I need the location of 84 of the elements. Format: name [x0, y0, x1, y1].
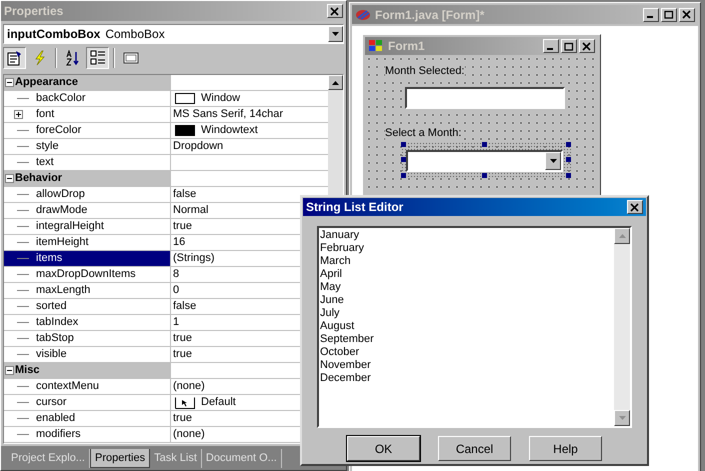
property-name[interactable]: modifiers	[4, 427, 171, 442]
resize-handle[interactable]	[401, 142, 406, 147]
dialog-button[interactable]: Cancel	[438, 436, 511, 461]
property-value: false	[173, 189, 196, 200]
property-name[interactable]: font	[4, 107, 171, 122]
property-name[interactable]: tabIndex	[4, 315, 171, 330]
property-value: true	[173, 349, 192, 360]
categorized-icon	[90, 50, 106, 66]
collapse-icon[interactable]	[5, 174, 14, 183]
property-name[interactable]: contextMenu	[4, 379, 171, 394]
property-value: true	[173, 413, 192, 424]
property-name[interactable]: enabled	[4, 411, 171, 426]
property-name[interactable]: drawMode	[4, 203, 171, 218]
panel-tab[interactable]: Properties	[90, 449, 150, 468]
close-icon[interactable]	[327, 4, 343, 18]
close-icon[interactable]	[579, 39, 595, 53]
property-value: false	[173, 301, 196, 312]
property-name[interactable]: allowDrop	[4, 187, 171, 202]
sort-icon	[64, 50, 80, 66]
object-selector[interactable]: inputComboBox ComboBox	[3, 24, 344, 44]
maximize-icon[interactable]	[561, 39, 577, 53]
property-name[interactable]: visible	[4, 347, 171, 362]
property-name[interactable]: sorted	[4, 299, 171, 314]
property-value: true	[173, 221, 192, 232]
property-name[interactable]: itemHeight	[4, 235, 171, 250]
property-value: 0	[173, 285, 180, 296]
category-name: Misc	[15, 365, 40, 376]
window-title: String List Editor	[306, 199, 404, 216]
property-name[interactable]: tabStop	[4, 331, 171, 346]
property-pages-icon	[6, 50, 22, 66]
object-type: ComboBox	[105, 26, 166, 43]
collapse-icon[interactable]	[5, 366, 14, 375]
resize-handle[interactable]	[401, 173, 406, 178]
dialog-button[interactable]: OK	[347, 436, 420, 461]
resize-handle[interactable]	[566, 173, 571, 178]
property-page-icon	[122, 51, 138, 65]
property-name[interactable]: backColor	[4, 91, 171, 106]
close-icon[interactable]	[679, 8, 695, 22]
toolbar-button[interactable]	[86, 47, 109, 69]
collapse-icon[interactable]	[5, 78, 14, 87]
category-name: Appearance	[15, 77, 78, 88]
window-title: Form1	[388, 38, 426, 55]
property-value: Normal	[173, 205, 208, 216]
property-value: Default	[201, 397, 236, 408]
resize-handle[interactable]	[482, 142, 487, 147]
object-name: inputComboBox	[7, 26, 100, 43]
property-value: Dropdown	[173, 141, 224, 152]
text-field[interactable]	[405, 86, 565, 108]
property-value: 1	[173, 317, 180, 328]
scroll-up-icon[interactable]	[328, 75, 343, 90]
cursor-icon	[175, 396, 195, 408]
java-file-icon	[355, 8, 371, 20]
property-value: (none)	[173, 381, 205, 392]
resize-handle[interactable]	[566, 142, 571, 147]
windows-logo-icon	[368, 39, 384, 53]
window-title: Form1.java [Form]*	[375, 6, 486, 24]
property-name[interactable]: cursor	[4, 395, 171, 410]
dialog-button[interactable]: Help	[529, 436, 602, 461]
property-name[interactable]: maxLength	[4, 283, 171, 298]
property-value: 16	[173, 237, 186, 248]
minimize-icon[interactable]	[643, 8, 659, 22]
category-name: Behavior	[15, 173, 62, 184]
expand-icon[interactable]	[14, 110, 23, 119]
property-value: true	[173, 333, 192, 344]
property-name[interactable]: style	[4, 139, 171, 154]
toolbar-button[interactable]	[3, 47, 26, 69]
resize-handle[interactable]	[401, 157, 406, 162]
window-title: Properties	[4, 3, 64, 20]
maximize-icon[interactable]	[661, 8, 677, 22]
property-name[interactable]: integralHeight	[4, 219, 171, 234]
close-icon[interactable]	[627, 200, 643, 214]
property-value: 8	[173, 269, 180, 280]
combo-box[interactable]	[406, 150, 563, 172]
property-value: Windowtext	[201, 125, 258, 136]
property-value: (Strings)	[173, 253, 215, 264]
property-value: Window	[201, 93, 240, 104]
property-name[interactable]: maxDropDownItems	[4, 267, 171, 282]
property-name[interactable]: items	[4, 251, 171, 266]
property-value: (none)	[173, 429, 205, 440]
minimize-icon[interactable]	[543, 39, 559, 53]
property-name[interactable]: foreColor	[4, 123, 171, 138]
resize-handle[interactable]	[482, 173, 487, 178]
property-value: MS Sans Serif, 14char	[173, 109, 284, 120]
resize-handle[interactable]	[566, 157, 571, 162]
